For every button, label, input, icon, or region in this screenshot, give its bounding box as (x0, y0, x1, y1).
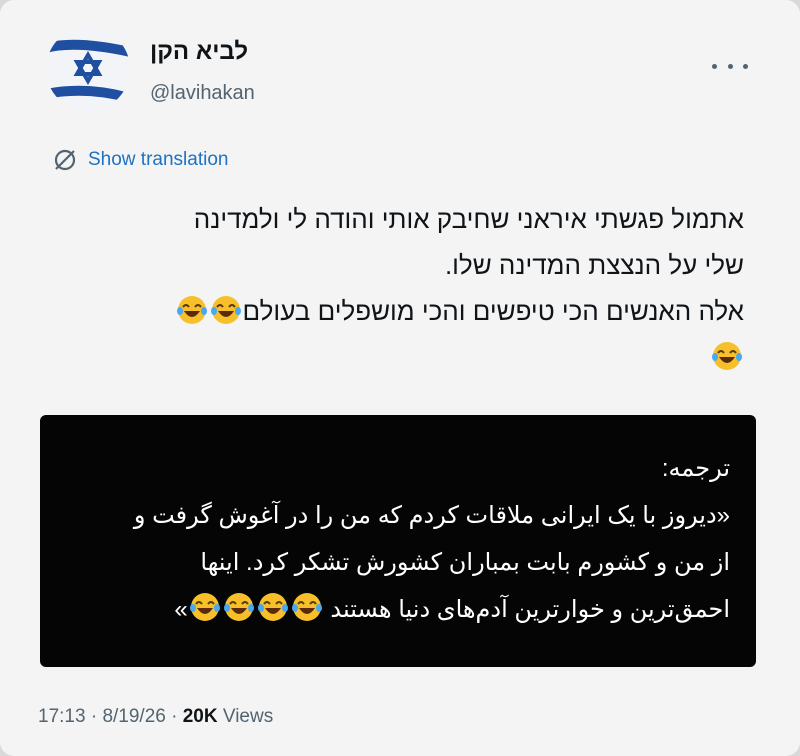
post-line: אלה האנשים הכי טיפשים והכי מושפלים בעולם (242, 296, 744, 326)
translation-line: از من و کشورم بابت بمباران کشورش تشکر کر… (200, 549, 730, 576)
laughing-tears-emoji-icon (210, 296, 241, 324)
media-image[interactable]: ترجمه: «دیروز با یک ایرانی ملاقات کردم ک… (40, 415, 756, 667)
views-count[interactable]: 20K (183, 706, 218, 727)
post-line-with-emoji: אלה האנשים הכי טיפשים והכי מושפלים בעולם (40, 288, 744, 334)
meta-separator: · (171, 706, 178, 727)
post-time[interactable]: 17:13 (38, 706, 86, 727)
show-translation-button[interactable]: Show translation (52, 146, 228, 174)
more-options-icon[interactable] (712, 56, 748, 76)
laughing-tears-emoji-icon (223, 593, 254, 621)
laughing-tears-emoji-icon (189, 593, 220, 621)
display-name[interactable]: לביא הקן (150, 38, 248, 66)
laughing-tears-emoji-icon (712, 342, 742, 370)
post-text: אתמול פגשתי איראני שחיבק אותי והודה לי ו… (40, 196, 744, 380)
translation-line: «دیروز با یک ایرانی ملاقات کردم که من را… (133, 502, 730, 529)
meta-separator: · (90, 706, 98, 727)
post-date[interactable]: 8/19/26 (102, 706, 165, 727)
post-line: אתמול פגשתי איראני שחיבק אותי והודה לי ו… (193, 204, 744, 234)
post-line: שלי על הנצצת המדינה שלו. (444, 250, 744, 280)
avatar[interactable] (46, 27, 130, 111)
post-metadata: 17:13 · 8/19/26 · 20K Views (38, 706, 273, 728)
translation-line: احمق‌ترین و خوارترین آدم‌های دنیا هستند (330, 596, 730, 623)
show-translation-label[interactable]: Show translation (88, 149, 228, 171)
laughing-tears-emoji-icon (176, 296, 207, 324)
globe-translate-icon (54, 149, 76, 171)
translation-line: ترجمه: (661, 455, 730, 482)
israel-flag-icon (46, 27, 130, 111)
translation-text: ترجمه: «دیروز با یک ایرانی ملاقات کردم ک… (50, 445, 730, 633)
views-label: Views (222, 706, 274, 727)
laughing-tears-emoji-icon (257, 593, 288, 621)
post-emoji-line (40, 334, 744, 380)
laughing-tears-emoji-icon (291, 593, 322, 621)
translation-line-with-emoji: احمق‌ترین و خوارترین آدم‌های دنیا هستند … (50, 586, 730, 633)
user-handle[interactable]: @lavihakan (150, 82, 255, 105)
closing-quote: » (174, 596, 188, 623)
tweet-card: לביא הקן @lavihakan Show translation אתמ… (0, 0, 800, 756)
